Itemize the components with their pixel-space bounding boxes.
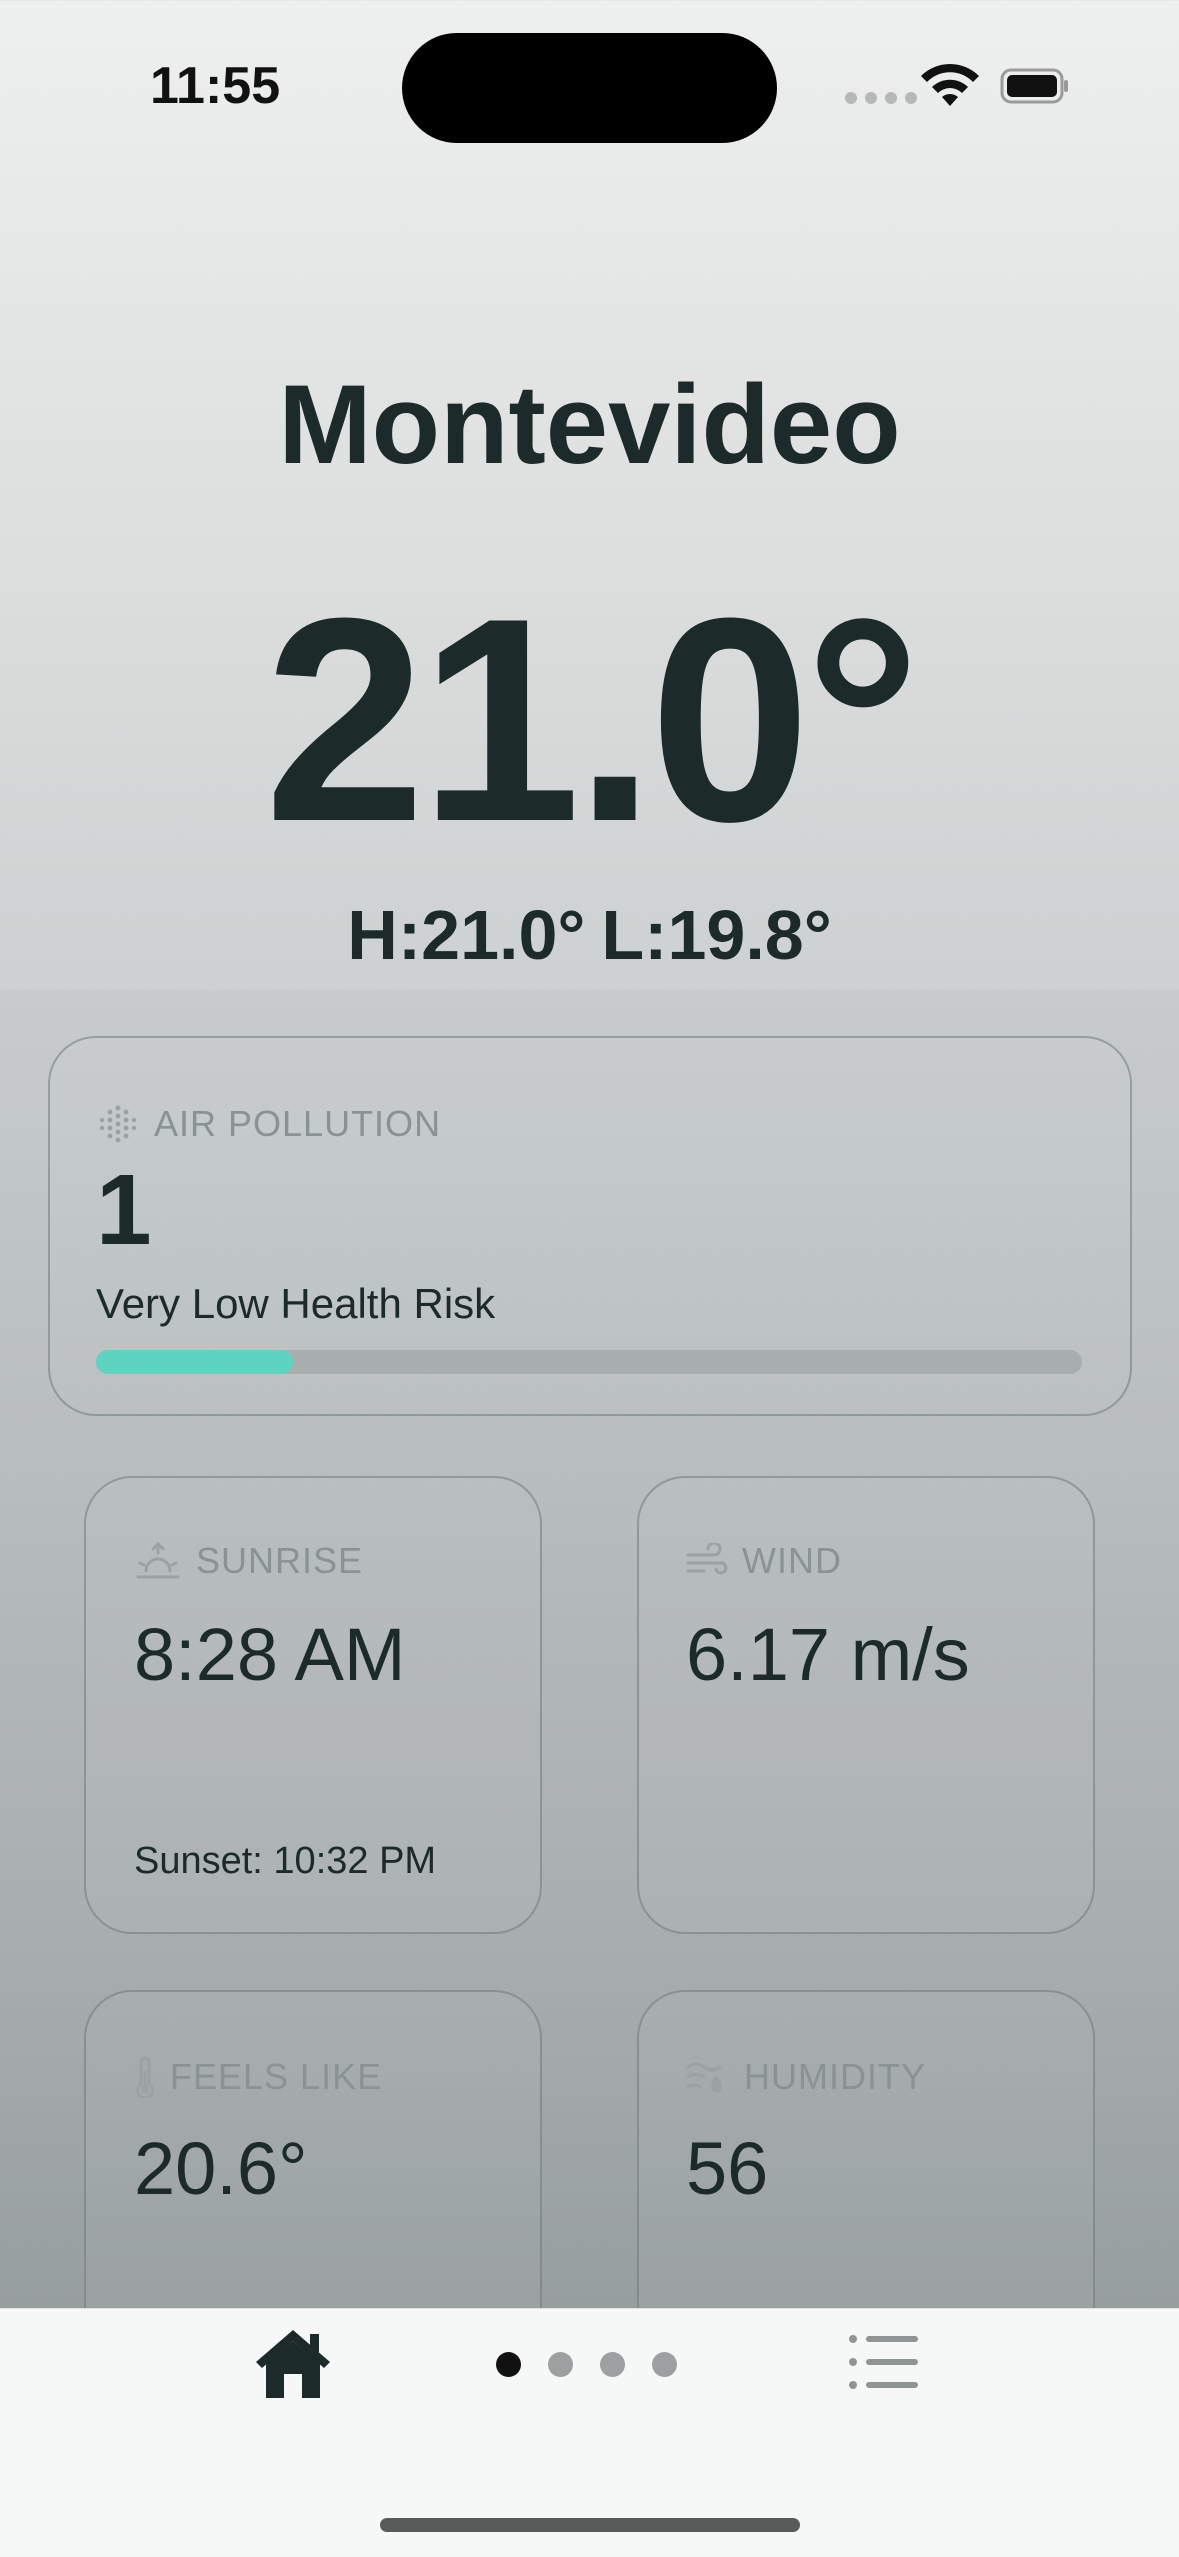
page-dot[interactable] <box>548 2352 573 2377</box>
high-low-temperature: H:21.0° L:19.8° <box>0 895 1179 975</box>
thermometer-icon <box>136 2056 154 2098</box>
air-pollution-header: AIR POLLUTION <box>96 1102 441 1146</box>
feels-like-label: FEELS LIKE <box>170 2056 383 2097</box>
wind-speed: 6.17 m/s <box>686 1613 970 1696</box>
wifi-icon <box>921 63 979 106</box>
cellular-signal-icon <box>845 92 917 104</box>
sunset-time: Sunset: 10:32 PM <box>134 1840 437 1882</box>
home-indicator[interactable] <box>380 2518 800 2532</box>
air-pollution-label: AIR POLLUTION <box>154 1103 442 1144</box>
wind-label: WIND <box>742 1540 842 1581</box>
humidity-icon <box>686 2062 723 2093</box>
list-icon[interactable] <box>848 2334 920 2390</box>
sunrise-header: SUNRISE <box>134 1540 363 1582</box>
page-dot[interactable] <box>652 2352 677 2377</box>
battery-icon <box>1000 68 1068 104</box>
air-pollution-level-fill <box>96 1350 294 1374</box>
feels-like-temperature: 20.6° <box>134 2127 308 2210</box>
high-temperature: H:21.0° <box>347 896 586 974</box>
air-pollution-level-bar <box>96 1350 1082 1374</box>
page-dot[interactable] <box>496 2352 521 2377</box>
air-pollution-description: Very Low Health Risk <box>96 1280 496 1327</box>
humidity-header: HUMIDITY <box>686 2056 926 2098</box>
feels-like-header: FEELS LIKE <box>134 2056 382 2098</box>
page-indicator[interactable] <box>496 2352 677 2377</box>
low-temperature: L:19.8° <box>601 896 832 974</box>
sunrise-time: 8:28 AM <box>134 1613 406 1696</box>
home-icon[interactable] <box>252 2326 334 2400</box>
current-temperature: 21.0° <box>264 558 920 882</box>
status-time: 11:55 <box>150 57 281 115</box>
city-name: Montevideo <box>278 362 901 487</box>
dynamic-island <box>402 33 777 143</box>
humidity-label: HUMIDITY <box>744 2056 926 2097</box>
sunrise-icon <box>136 1541 180 1579</box>
wind-icon <box>686 1543 728 1575</box>
air-pollution-value: 1 <box>96 1154 152 1266</box>
wind-header: WIND <box>686 1540 842 1582</box>
humidity-value: 56 <box>686 2127 769 2210</box>
sunrise-label: SUNRISE <box>196 1540 364 1581</box>
page-dot[interactable] <box>600 2352 625 2377</box>
air-quality-icon <box>99 1105 137 1143</box>
